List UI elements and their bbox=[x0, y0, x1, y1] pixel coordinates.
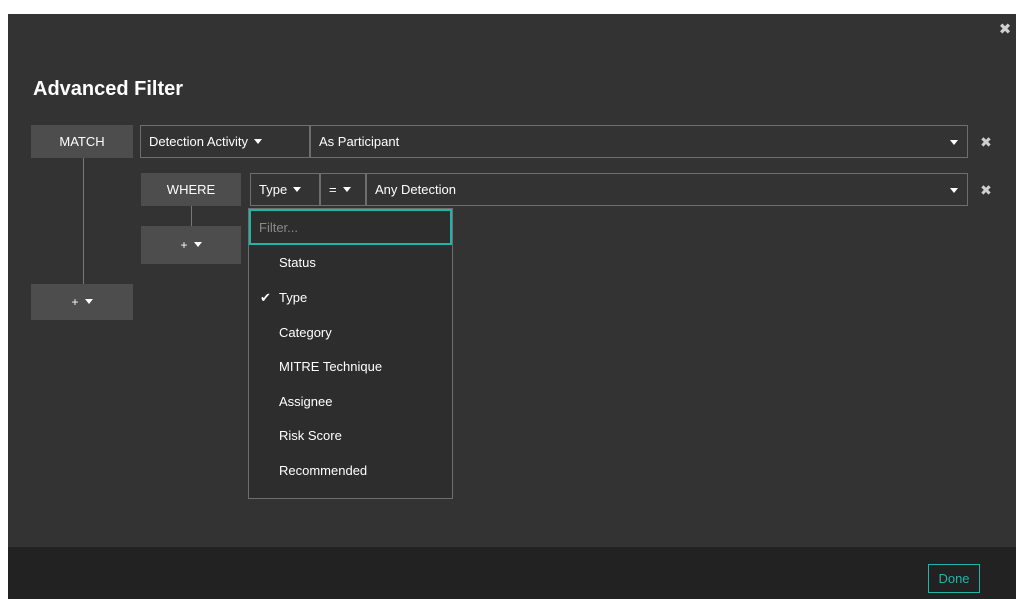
chevron-down-icon bbox=[293, 187, 302, 193]
entity-select-value: Detection Activity bbox=[149, 134, 248, 149]
chevron-down-icon bbox=[342, 187, 351, 193]
remove-match-row-icon[interactable]: ✖ bbox=[978, 134, 994, 150]
chevron-down-icon bbox=[84, 299, 93, 305]
operator-select-value: = bbox=[329, 182, 337, 197]
relation-select[interactable]: As Participant bbox=[310, 125, 968, 158]
add-match-button[interactable]: + bbox=[31, 284, 133, 320]
close-icon[interactable]: ✖ bbox=[998, 22, 1012, 38]
advanced-filter-dialog: ✖ Advanced Filter MATCH Detection Activi… bbox=[8, 14, 1016, 599]
dropdown-item-label: Recommended bbox=[279, 463, 368, 478]
operator-select[interactable]: = bbox=[320, 173, 366, 206]
dropdown-item-label: Assignee bbox=[279, 394, 333, 409]
dropdown-item-label: Status bbox=[279, 255, 316, 270]
match-connector-line bbox=[83, 158, 84, 284]
entity-select[interactable]: Detection Activity bbox=[140, 125, 310, 158]
chevron-down-icon bbox=[254, 139, 262, 145]
add-match-label: + bbox=[71, 295, 79, 309]
dropdown-item-label: Type bbox=[279, 290, 308, 305]
dropdown-item-risk-score[interactable]: Risk Score bbox=[249, 419, 452, 453]
dropdown-item-recommended[interactable]: Recommended bbox=[249, 454, 452, 488]
relation-select-value: As Participant bbox=[319, 134, 400, 149]
dialog-footer: Done bbox=[8, 547, 1016, 599]
dropdown-item-label: MITRE Technique bbox=[279, 359, 383, 374]
value-select[interactable]: Any Detection bbox=[366, 173, 968, 206]
field-select[interactable]: Type bbox=[250, 173, 320, 206]
dropdown-item-assignee[interactable]: Assignee bbox=[249, 385, 452, 419]
dropdown-item-type[interactable]: ✔ Type bbox=[249, 281, 452, 315]
dropdown-filter-input[interactable] bbox=[249, 209, 452, 245]
field-dropdown-menu: Status ✔ Type Category MITRE Technique A… bbox=[248, 208, 453, 499]
dropdown-item-label: Category bbox=[279, 325, 332, 340]
done-button[interactable]: Done bbox=[928, 564, 980, 593]
dropdown-item-mitre-technique[interactable]: MITRE Technique bbox=[249, 350, 452, 384]
field-select-value: Type bbox=[259, 182, 288, 197]
checkmark-icon: ✔ bbox=[260, 290, 271, 305]
chevron-down-icon bbox=[950, 140, 958, 145]
dropdown-item-label: Risk Score bbox=[279, 428, 342, 443]
remove-where-row-icon[interactable]: ✖ bbox=[978, 182, 994, 198]
dialog-title: Advanced Filter bbox=[33, 78, 184, 100]
value-select-value: Any Detection bbox=[375, 182, 456, 197]
chevron-down-icon bbox=[950, 188, 958, 193]
add-condition-button[interactable]: + bbox=[141, 226, 241, 264]
add-condition-label: + bbox=[180, 238, 188, 252]
dropdown-item-category[interactable]: Category bbox=[249, 316, 452, 350]
chevron-down-icon bbox=[193, 242, 202, 248]
match-label: MATCH bbox=[31, 125, 133, 158]
dropdown-item-status[interactable]: Status bbox=[249, 246, 452, 280]
where-label: WHERE bbox=[141, 173, 241, 206]
where-connector-line bbox=[191, 206, 192, 226]
